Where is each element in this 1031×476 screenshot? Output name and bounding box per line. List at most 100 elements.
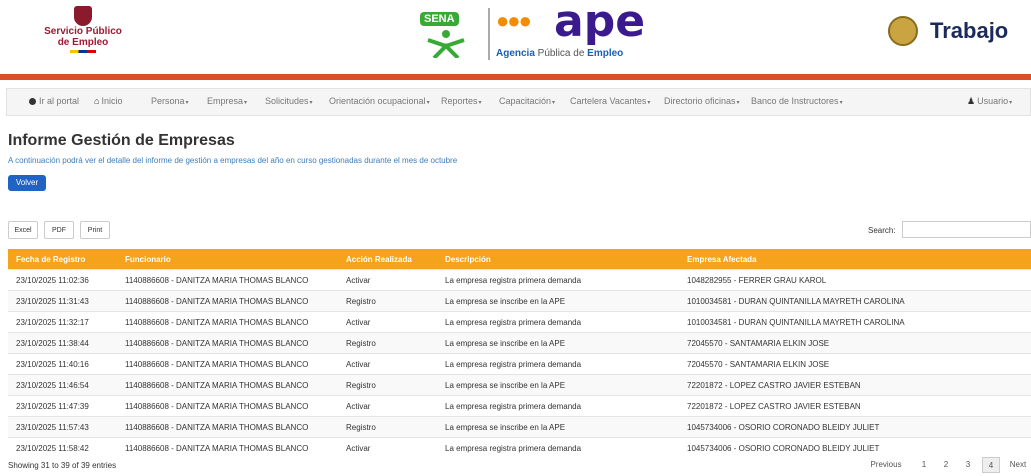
previous-page-button[interactable]: Previous <box>866 457 906 473</box>
nav-item-label: Capacitación <box>499 96 552 106</box>
cell-descripcion: La empresa se inscribe en la APE <box>437 374 679 396</box>
cell-fecha: 23/10/2025 11:47:39 <box>8 395 117 417</box>
nav-item-label: Orientación ocupacional <box>329 96 426 106</box>
cell-accion: Activar <box>338 353 437 375</box>
cell-descripcion: La empresa se inscribe en la APE <box>437 416 679 438</box>
people-icon: ●●● <box>496 8 532 33</box>
print-button[interactable]: Print <box>80 221 110 239</box>
logo-line-1: Servicio Público <box>44 26 122 37</box>
nav-item-reportes[interactable]: Reportes▾ <box>441 96 482 106</box>
table-row: 23/10/2025 11:32:17 1140886608 - DANITZA … <box>8 311 1031 333</box>
cell-funcionario: 1140886608 - DANITZA MARIA THOMAS BLANCO <box>117 311 338 333</box>
cell-descripcion: La empresa registra primera demanda <box>437 395 679 417</box>
cell-empresa: 1045734006 - OSORIO CORONADO BLEIDY JULI… <box>679 437 1031 458</box>
cell-fecha: 23/10/2025 11:38:44 <box>8 332 117 354</box>
sena-logo[interactable]: SENA <box>418 8 478 58</box>
nav-item-usuario[interactable]: ♟ Usuario▾ <box>967 96 1012 107</box>
cell-fecha: 23/10/2025 11:32:17 <box>8 311 117 333</box>
cell-fecha: 23/10/2025 11:40:16 <box>8 353 117 375</box>
cell-empresa: 72201872 - LOPEZ CASTRO JAVIER ESTEBAN <box>679 395 1031 417</box>
cell-fecha: 23/10/2025 11:58:42 <box>8 437 117 458</box>
nav-item-portal[interactable]: Ir al portal <box>29 96 79 106</box>
nav-item-capacitacion[interactable]: Capacitación▾ <box>499 96 555 106</box>
table-row: 23/10/2025 11:58:42 1140886608 - DANITZA … <box>8 437 1031 458</box>
caret-down-icon: ▾ <box>552 100 556 106</box>
flag-stripe <box>70 50 96 53</box>
servicio-publico-logo[interactable]: Servicio Público de Empleo <box>38 6 128 53</box>
nav-item-empresa[interactable]: Empresa▾ <box>207 96 247 106</box>
ape-subtitle-mid: Pública de <box>534 48 588 59</box>
col-empresa-afectada[interactable]: Empresa Afectada <box>679 249 1031 270</box>
excel-button[interactable]: Excel <box>8 221 38 239</box>
page-button-3[interactable]: 3 <box>960 457 976 473</box>
caret-down-icon: ▾ <box>426 100 430 106</box>
nav-item-label: Usuario <box>977 96 1009 106</box>
cell-empresa: 1045734006 - OSORIO CORONADO BLEIDY JULI… <box>679 416 1031 438</box>
cell-descripcion: La empresa registra primera demanda <box>437 311 679 333</box>
cell-accion: Registro <box>338 374 437 396</box>
caret-down-icon: ▾ <box>478 100 482 106</box>
cell-empresa: 1010034581 - DURAN QUINTANILLA MAYRETH C… <box>679 311 1031 333</box>
next-page-button[interactable]: Next <box>1006 457 1030 473</box>
cell-fecha: 23/10/2025 11:57:43 <box>8 416 117 438</box>
nav-item-inicio[interactable]: ⌂ Inicio <box>94 96 122 106</box>
cell-funcionario: 1140886608 - DANITZA MARIA THOMAS BLANCO <box>117 332 338 354</box>
search-input[interactable] <box>902 221 1031 238</box>
ape-wordmark: ape <box>554 0 646 47</box>
nav-item-directorio[interactable]: Directorio oficinas▾ <box>664 96 740 106</box>
caret-down-icon: ▾ <box>736 100 740 106</box>
cell-descripcion: La empresa registra primera demanda <box>437 353 679 375</box>
cell-funcionario: 1140886608 - DANITZA MARIA THOMAS BLANCO <box>117 269 338 291</box>
col-funcionario[interactable]: Funcionario <box>117 249 338 270</box>
ape-logo[interactable]: ●●● ape Agencia Pública de Empleo <box>496 0 656 64</box>
cell-fecha: 23/10/2025 11:46:54 <box>8 374 117 396</box>
nav-item-label: Directorio oficinas <box>664 96 736 106</box>
cell-fecha: 23/10/2025 11:02:36 <box>8 269 117 291</box>
page-button-1[interactable]: 1 <box>916 457 932 473</box>
home-icon: ⌂ <box>94 96 100 106</box>
nav-item-label: Empresa <box>207 96 244 106</box>
cell-accion: Registro <box>338 290 437 312</box>
cell-empresa: 72201872 - LOPEZ CASTRO JAVIER ESTEBAN <box>679 374 1031 396</box>
ape-subtitle-agencia: Agencia <box>496 48 535 59</box>
nav-item-label: Inicio <box>101 96 123 106</box>
caret-down-icon: ▾ <box>244 100 248 106</box>
nav-item-label: Solicitudes <box>265 96 309 106</box>
nav-item-label: Banco de Instructores <box>751 96 839 106</box>
nav-item-solicitudes[interactable]: Solicitudes▾ <box>265 96 313 106</box>
back-button[interactable]: Volver <box>8 175 46 191</box>
nav-item-orientacion[interactable]: Orientación ocupacional▾ <box>329 96 430 106</box>
table-row: 23/10/2025 11:57:43 1140886608 - DANITZA … <box>8 416 1031 438</box>
cell-accion: Activar <box>338 395 437 417</box>
cell-accion: Registro <box>338 416 437 438</box>
caret-down-icon: ▾ <box>839 100 843 106</box>
cell-funcionario: 1140886608 - DANITZA MARIA THOMAS BLANCO <box>117 353 338 375</box>
col-accion-realizada[interactable]: Acción Realizada <box>338 249 437 270</box>
cell-funcionario: 1140886608 - DANITZA MARIA THOMAS BLANCO <box>117 437 338 458</box>
table-row: 23/10/2025 11:02:36 1140886608 - DANITZA … <box>8 269 1031 291</box>
page-button-4[interactable]: 4 <box>982 457 1000 473</box>
nav-item-persona[interactable]: Persona▾ <box>151 96 189 106</box>
page-button-2[interactable]: 2 <box>938 457 954 473</box>
entries-info: Showing 31 to 39 of 39 entries <box>8 461 117 470</box>
cell-funcionario: 1140886608 - DANITZA MARIA THOMAS BLANCO <box>117 395 338 417</box>
cell-accion: Activar <box>338 311 437 333</box>
cell-funcionario: 1140886608 - DANITZA MARIA THOMAS BLANCO <box>117 374 338 396</box>
sena-label: SENA <box>420 12 459 26</box>
table-row: 23/10/2025 11:40:16 1140886608 - DANITZA … <box>8 353 1031 375</box>
cell-funcionario: 1140886608 - DANITZA MARIA THOMAS BLANCO <box>117 290 338 312</box>
caret-down-icon: ▾ <box>647 100 651 106</box>
coat-of-arms-icon <box>74 6 92 26</box>
coat-of-arms-icon <box>888 16 918 46</box>
cell-empresa: 72045570 - SANTAMARIA ELKIN JOSE <box>679 332 1031 354</box>
col-fecha-registro[interactable]: Fecha de Registro <box>8 249 117 270</box>
nav-item-banco[interactable]: Banco de Instructores▾ <box>751 96 843 106</box>
nav-item-cartelera[interactable]: Cartelera Vacantes▾ <box>570 96 650 106</box>
logo-line-2: de Empleo <box>57 37 109 48</box>
report-table: Fecha de Registro Funcionario Acción Rea… <box>8 249 1031 458</box>
col-descripcion[interactable]: Descripción <box>437 249 679 270</box>
trabajo-logo[interactable]: Trabajo <box>880 14 1020 54</box>
navbar-wrapper: Ir al portal ⌂ Inicio Persona▾ Empresa▾ S… <box>0 80 1031 124</box>
sena-figure-icon <box>427 30 465 58</box>
pdf-button[interactable]: PDF <box>44 221 74 239</box>
